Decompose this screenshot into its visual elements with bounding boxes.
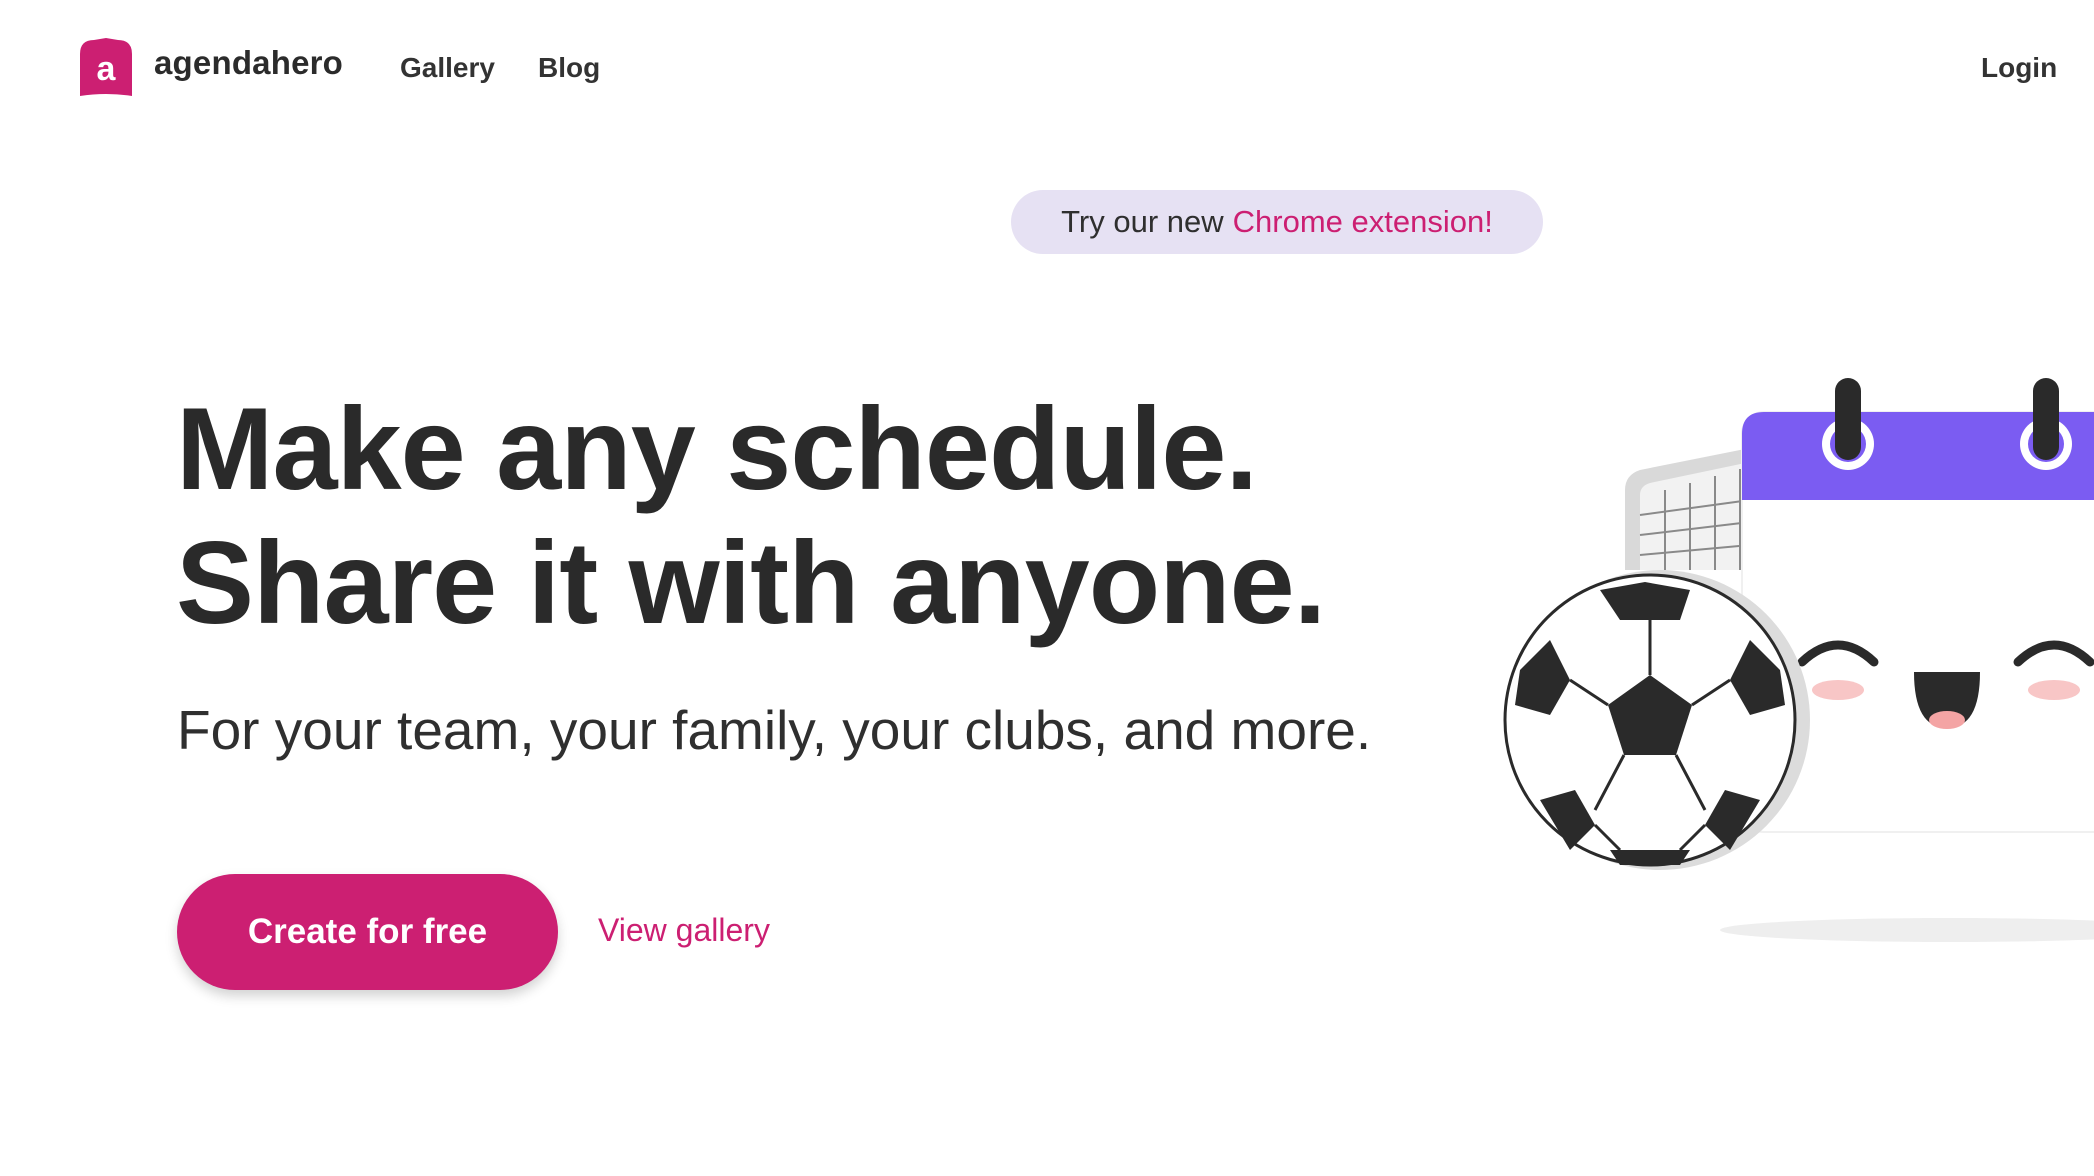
banner-prefix: Try our new [1061, 204, 1224, 239]
logo-letter: a [97, 50, 117, 88]
headline-line-2: Share it with anyone. [176, 517, 1326, 648]
hero-headline: Make any schedule. Share it with anyone. [176, 382, 1326, 650]
login-link[interactable]: Login [1981, 52, 2057, 84]
brand-name[interactable]: agendahero [154, 44, 343, 82]
headline-line-1: Make any schedule. [176, 383, 1258, 514]
chrome-extension-banner[interactable]: Try our new Chrome extension! [1011, 190, 1543, 254]
landing-page: a agendahero Gallery Blog Login Try our … [0, 0, 2094, 1176]
view-gallery-link[interactable]: View gallery [598, 912, 770, 949]
nav-gallery-link[interactable]: Gallery [400, 52, 495, 84]
hero-illustration [1480, 370, 2094, 950]
banner-link[interactable]: Chrome extension! [1233, 204, 1493, 240]
soccer-goal-icon [1625, 448, 1751, 570]
agendahero-logo-icon[interactable]: a [76, 36, 136, 100]
create-for-free-button[interactable]: Create for free [177, 874, 558, 990]
nav-blog-link[interactable]: Blog [538, 52, 600, 84]
soccer-ball-icon [1503, 570, 1810, 870]
hero-subhead: For your team, your family, your clubs, … [177, 699, 1372, 761]
